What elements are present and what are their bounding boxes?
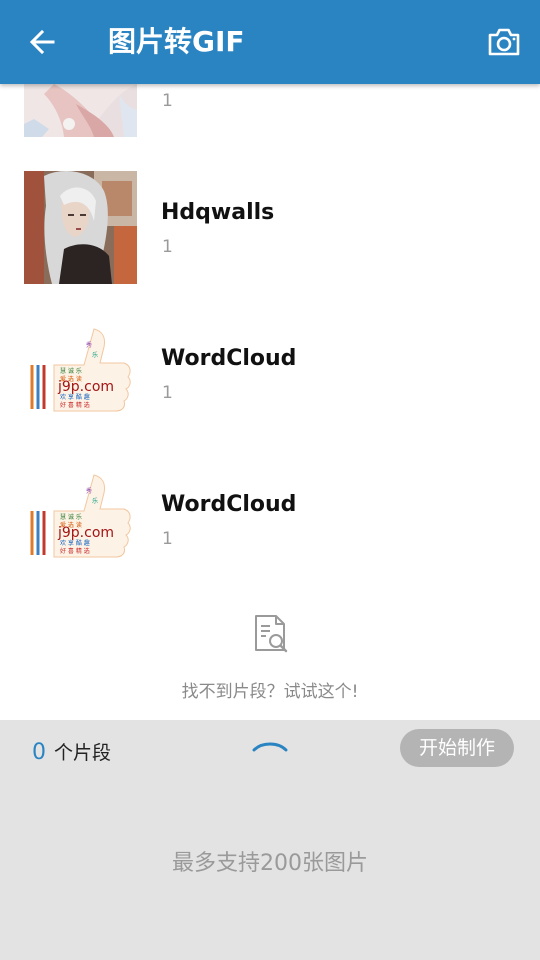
camera-icon [488,28,520,56]
album-name: WordCloud [161,346,297,371]
wordcloud-text: j9p.com [57,379,114,395]
clip-counter: 0 个片段 [32,738,111,769]
max-images-hint: 最多支持200张图片 [172,851,368,876]
document-search-icon [255,615,288,653]
album-row[interactable]: 慧 诚 乐 爱 选 读 欢 享 酷 趣 好 喜 精 选 秀 乐 j9p.com … [0,316,540,462]
album-row[interactable]: Hdqwalls 1 [0,170,540,316]
svg-text:好 喜 精 选: 好 喜 精 选 [60,401,90,409]
svg-text:慧 诚 乐: 慧 诚 乐 [60,367,82,375]
svg-text:好 喜 精 选: 好 喜 精 选 [60,547,90,555]
album-thumbnail: 慧 诚 乐 爱 选 读 欢 享 酷 趣 好 喜 精 选 秀 乐 j9p.com [24,317,137,430]
svg-text:乐: 乐 [92,352,98,359]
cant-find-clips-link[interactable]: 找不到片段？试试这个! [0,608,540,708]
album-row[interactable]: 1 [0,84,540,170]
album-row[interactable]: 慧 诚 乐 爱 选 读 欢 享 酷 趣 好 喜 精 选 秀 乐 j9p.com … [0,462,540,608]
album-name: WordCloud [161,492,297,517]
start-making-button[interactable]: 开始制作 [400,729,514,767]
bottom-panel: 0 个片段 开始制作 最多支持200张图片 [0,720,540,960]
camera-button[interactable] [482,20,526,64]
page-title: 图片转GIF [108,25,245,58]
chevron-up-icon [252,742,288,752]
album-count: 1 [162,529,173,549]
clip-count: 0 [32,740,46,765]
svg-text:慧 诚 乐: 慧 诚 乐 [60,513,82,521]
album-name: Hdqwalls [161,200,275,225]
clip-count-unit: 个片段 [54,742,112,764]
wordcloud-text: j9p.com [57,525,114,541]
expand-panel-button[interactable] [250,730,290,758]
album-list[interactable]: 1 Hdqwalls 1 慧 诚 乐 爱 选 读 欢 享 酷 趣 好 喜 精 选… [0,84,540,720]
svg-text:乐: 乐 [92,498,98,505]
svg-text:秀: 秀 [86,487,92,495]
album-thumbnail: 慧 诚 乐 爱 选 读 欢 享 酷 趣 好 喜 精 选 秀 乐 j9p.com [24,463,137,576]
album-thumbnail [24,171,137,284]
album-thumbnail [24,84,137,137]
back-button[interactable] [20,20,64,64]
album-count: 1 [162,383,173,403]
album-count: 1 [162,91,173,111]
svg-text:秀: 秀 [86,341,92,349]
cant-find-clips-text: 找不到片段？试试这个! [181,682,359,702]
app-bar: 图片转GIF [0,0,540,84]
arrow-left-icon [29,29,55,55]
album-count: 1 [162,237,173,257]
